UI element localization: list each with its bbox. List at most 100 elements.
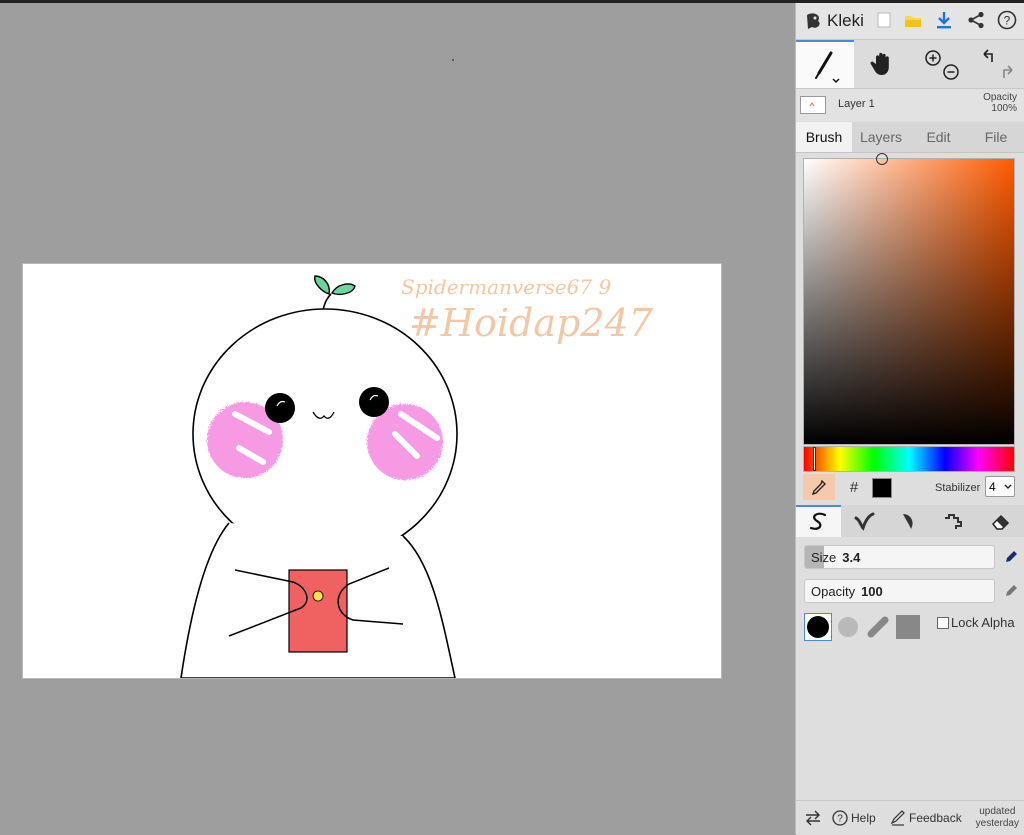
help-circle-icon[interactable]: ? bbox=[996, 9, 1018, 31]
brush-size-label: Size bbox=[811, 550, 837, 565]
brush-tool-icon bbox=[815, 51, 840, 84]
canvas-artwork: Spidermanverse67 9 #Hoidap247 bbox=[180, 275, 654, 678]
square-shape[interactable] bbox=[894, 613, 922, 641]
blend-brush-icon bbox=[854, 512, 874, 531]
drawing-workspace[interactable]: Spidermanverse67 9 #Hoidap247 bbox=[0, 3, 795, 834]
chisel-icon bbox=[867, 616, 889, 638]
stabilizer-select[interactable]: 4 bbox=[985, 476, 1015, 497]
panel-footer: ? Help Feedback updated yesterday bbox=[796, 800, 1024, 835]
new-file-icon[interactable] bbox=[873, 9, 895, 31]
lock-alpha-label: Lock Alpha bbox=[951, 615, 1015, 630]
handwritten-hashtag: #Hoidap247 bbox=[409, 301, 654, 345]
current-color-swatch[interactable] bbox=[872, 478, 892, 498]
brush-size-text: Size 3.4 bbox=[811, 550, 860, 565]
undo-redo-buttons[interactable] bbox=[970, 40, 1024, 88]
eyedropper-icon bbox=[811, 479, 826, 495]
hand-icon bbox=[870, 52, 889, 75]
handwritten-username: Spidermanverse67 9 bbox=[401, 275, 611, 299]
updated-line1: updated bbox=[979, 806, 1016, 817]
eyedropper-button[interactable] bbox=[803, 474, 835, 500]
share-icon[interactable] bbox=[965, 9, 987, 31]
round-soft-icon bbox=[838, 617, 858, 637]
chevron-down-icon bbox=[1004, 484, 1012, 489]
envelope-seal bbox=[312, 590, 324, 602]
stabilizer-label: Stabilizer bbox=[935, 482, 981, 494]
tool-panel: Kleki ? Layer 1 Opacity 100% Brush Layer… bbox=[795, 3, 1024, 835]
sketchy-brush-icon bbox=[902, 514, 913, 529]
hand-tool-button[interactable] bbox=[854, 40, 912, 88]
pen-pressure-icon bbox=[1006, 551, 1017, 562]
brush-opacity-slider[interactable]: Opacity 100 bbox=[804, 579, 995, 603]
tab-edit[interactable]: Edit bbox=[910, 122, 967, 152]
kleki-logo[interactable]: Kleki bbox=[804, 9, 864, 33]
feedback-label: Feedback bbox=[909, 811, 962, 825]
lock-alpha-checkbox[interactable]: Lock Alpha bbox=[937, 615, 1015, 630]
help-button[interactable]: ? Help bbox=[832, 801, 876, 835]
brush-opacity-label: Opacity bbox=[811, 584, 856, 599]
zoom-buttons[interactable] bbox=[912, 40, 970, 88]
size-pressure-toggle[interactable] bbox=[1004, 550, 1018, 564]
panel-header: Kleki ? bbox=[796, 3, 1024, 40]
color-picker-handle[interactable] bbox=[876, 153, 888, 165]
color-controls: # Stabilizer 4 bbox=[796, 474, 1024, 502]
hue-slider-handle[interactable] bbox=[813, 447, 816, 471]
eraser-tab[interactable] bbox=[976, 505, 1024, 537]
eye-left bbox=[265, 393, 295, 423]
layer-opacity-label: Opacity bbox=[983, 92, 1017, 103]
swap-arrows-icon bbox=[806, 810, 820, 826]
tab-brush[interactable]: Brush bbox=[796, 122, 852, 152]
updated-link[interactable]: updated yesterday bbox=[976, 806, 1019, 830]
layer-name: Layer 1 bbox=[838, 98, 875, 110]
tab-layers[interactable]: Layers bbox=[852, 122, 910, 152]
undo-redo-icon bbox=[982, 49, 1013, 78]
open-folder-icon[interactable] bbox=[902, 9, 924, 31]
feedback-button[interactable]: Feedback bbox=[890, 801, 962, 835]
eraser-icon bbox=[991, 514, 1009, 530]
hex-input-button[interactable]: # bbox=[838, 474, 870, 500]
red-envelope bbox=[288, 569, 348, 653]
pen-brush-icon bbox=[809, 512, 826, 530]
feedback-icon bbox=[890, 810, 905, 826]
brush-size-value: 3.4 bbox=[842, 550, 861, 565]
layer-thumbnail bbox=[800, 96, 826, 114]
brush-opacity-value: 100 bbox=[861, 584, 883, 599]
updated-line2: yesterday bbox=[975, 818, 1019, 829]
hue-slider[interactable] bbox=[803, 446, 1015, 472]
pixel-brush-icon bbox=[944, 514, 962, 529]
round-soft-shape[interactable] bbox=[834, 613, 862, 641]
round-hard-shape[interactable] bbox=[804, 613, 832, 641]
swap-side-button[interactable] bbox=[804, 801, 822, 835]
help-label: Help bbox=[851, 811, 876, 825]
saturation-value-picker[interactable] bbox=[803, 153, 1015, 445]
panel-tabs: Brush Layers Edit File bbox=[796, 122, 1024, 153]
opacity-pressure-toggle[interactable] bbox=[1004, 584, 1018, 598]
pixel-brush-tab[interactable] bbox=[931, 505, 976, 537]
tab-file[interactable]: File bbox=[967, 122, 1024, 152]
brush-size-slider[interactable]: Size 3.4 bbox=[804, 545, 995, 569]
round-hard-icon bbox=[807, 616, 829, 638]
square-icon bbox=[896, 615, 920, 639]
app-name: Kleki bbox=[827, 11, 864, 30]
kleki-logo-icon bbox=[807, 13, 820, 29]
download-icon[interactable] bbox=[933, 9, 955, 31]
layer-opacity: Opacity 100% bbox=[983, 92, 1017, 114]
blend-brush-tab[interactable] bbox=[841, 505, 886, 537]
layer-opacity-value: 100% bbox=[991, 103, 1017, 114]
hex-symbol: # bbox=[849, 478, 859, 496]
svg-text:?: ? bbox=[837, 814, 843, 825]
stabilizer-value: 4 bbox=[989, 479, 996, 494]
sketchy-brush-tab[interactable] bbox=[886, 505, 931, 537]
lock-alpha-box[interactable] bbox=[937, 616, 949, 629]
main-tool-row bbox=[796, 40, 1024, 89]
zoom-in-out-icon bbox=[925, 50, 959, 80]
eye-right bbox=[359, 387, 389, 417]
active-layer-row[interactable]: Layer 1 Opacity 100% bbox=[796, 89, 1024, 121]
pen-brush-tab[interactable] bbox=[796, 505, 841, 537]
chisel-shape[interactable] bbox=[864, 613, 892, 641]
sprout-drawing bbox=[314, 275, 356, 311]
drawing-canvas[interactable]: Spidermanverse67 9 #Hoidap247 bbox=[22, 263, 722, 679]
pen-pressure-icon bbox=[1006, 585, 1017, 596]
help-icon: ? bbox=[832, 810, 848, 826]
brush-tool-button[interactable] bbox=[796, 40, 854, 88]
svg-text:?: ? bbox=[1004, 14, 1011, 28]
